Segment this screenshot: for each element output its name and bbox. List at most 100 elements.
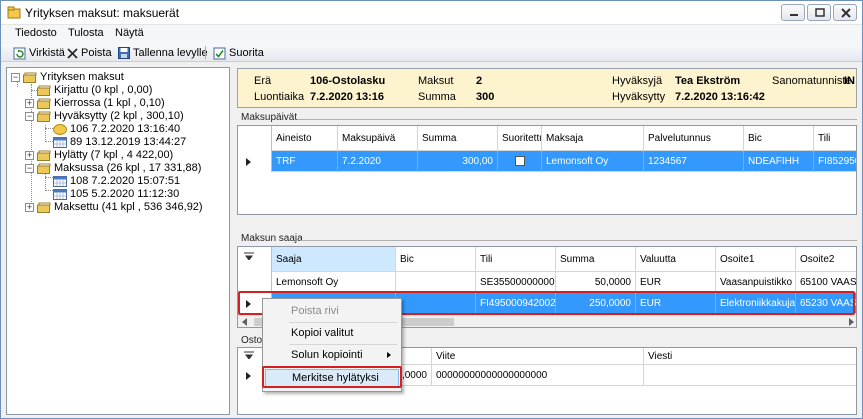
cell-valuutta[interactable]: EUR [636,272,716,293]
delete-icon [67,47,78,59]
cell-saaja[interactable]: Lemonsoft Oy [272,272,396,293]
save-button[interactable]: Tallenna levylle [118,45,208,61]
tree-node-batch-106[interactable]: 106 7.2.2020 13:16:40 [53,122,180,136]
table-row[interactable]: TRF 7.2.2020 300,00 Lemonsoft Oy 1234567… [238,151,856,172]
maksupaivat-label: Maksupäivät [241,112,298,123]
folder-stack-icon [37,150,51,161]
tree-node-batch-105[interactable]: 105 5.2.2020 11:12:30 [53,187,179,201]
tree-label: 106 7.2.2020 13:16:40 [70,123,181,135]
current-row-icon [246,158,251,166]
column-header[interactable]: Maksaja [542,126,644,151]
column-header[interactable]: Summa [556,247,636,272]
maksut-label: Maksut [418,75,454,87]
folder-stack-icon [37,111,51,122]
tree-node-batch-89[interactable]: 89 13.12.2019 13:44:27 [53,135,186,149]
tree-label: Kirjattu (0 kpl , 0,00) [54,84,153,96]
section-divider [297,119,857,120]
delete-button[interactable]: Poista [67,45,112,61]
column-header[interactable]: Osoite1 [716,247,796,272]
tree-label: Hyväksytty (2 kpl , 300,10) [54,110,184,122]
column-header[interactable]: Viite [432,348,644,365]
cell-aineisto[interactable]: TRF [272,151,338,172]
suoritettu-checkbox[interactable] [514,156,525,166]
grid-corner[interactable] [238,247,272,272]
close-icon [841,8,851,18]
execute-button[interactable]: Suorita [213,45,264,61]
expand-icon[interactable]: + [25,150,34,160]
cell-tili[interactable]: SE35500000000... [476,272,556,293]
column-header[interactable]: Palvelutunnus [644,126,744,151]
grid-corner[interactable] [238,126,272,151]
hyvaksyja-value: Tea Ekström [675,75,741,87]
collapse-icon[interactable]: − [25,163,34,173]
column-header[interactable]: Saaja [272,247,396,272]
window-title: Yrityksen maksut: maksuerät [25,6,180,20]
maksupaivat-grid[interactable]: Aineisto Maksupäivä Summa Suoritettu Mak… [237,125,857,215]
cell-osoite1[interactable]: Vaasanpuistikko ... [716,272,796,293]
scroll-left-icon[interactable] [242,318,247,326]
collapse-icon[interactable]: − [11,72,20,82]
save-label: Tallenna levylle [133,47,208,59]
tree-node-root[interactable]: − Yrityksen maksut [11,70,124,84]
column-header[interactable]: Bic [396,247,476,272]
maksun-saaja-label: Maksun saaja [241,233,303,244]
row-header[interactable] [238,272,272,293]
cell-bic[interactable]: NDEAFIHH [744,151,814,172]
cell-palvelutunnus[interactable]: 1234567 [644,151,744,172]
cell-tili[interactable]: FI85295018 [814,151,856,172]
menu-item-copy-selected[interactable]: Kopioi valitut [265,324,399,342]
ostolaskut-label: Ostol [241,335,265,346]
column-header[interactable]: Viesti [644,348,856,365]
tree-label: Yrityksen maksut [40,71,124,83]
cell-summa[interactable]: 50,0000 [556,272,636,293]
menu-tiedosto[interactable]: Tiedosto [15,27,57,39]
tree-node-maksettu[interactable]: + Maksettu (41 kpl , 536 346,92) [25,200,203,214]
batch-info-panel: Erä 106-Ostolasku Maksut 2 Hyväksyjä Tea… [237,68,857,108]
menu-tulosta[interactable]: Tulosta [68,27,104,39]
maximize-button[interactable] [807,4,831,21]
collapse-icon[interactable]: − [25,111,34,121]
tree-label: Kierrossa (1 kpl , 0,10) [54,97,165,109]
scroll-right-icon[interactable] [849,318,854,326]
tree-node-kirjattu[interactable]: Kirjattu (0 kpl , 0,00) [37,83,152,97]
column-header[interactable]: Suoritettu [498,126,542,151]
table-row[interactable]: Lemonsoft Oy SE35500000000... 50,0000 EU… [238,272,856,293]
tree-label: Maksussa (26 kpl , 17 331,88) [54,162,202,174]
close-button[interactable] [833,4,857,21]
cell-osoite2[interactable]: 65100 VAASA [796,272,856,293]
grid-header-row: Saaja Bic Tili Summa Valuutta Osoite1 Os… [238,247,856,272]
tree-node-hyvaksytty[interactable]: − Hyväksytty (2 kpl , 300,10) [25,109,184,123]
hyvaksyja-label: Hyväksyjä [612,75,663,87]
cell-viesti[interactable] [644,365,856,386]
row-header[interactable] [238,151,272,172]
menu-item-copy-cell[interactable]: Solun kopiointi [265,346,399,364]
column-header[interactable]: Maksupäivä [338,126,418,151]
tree-node-maksussa[interactable]: − Maksussa (26 kpl , 17 331,88) [25,161,201,175]
tree-node-batch-108[interactable]: 108 7.2.2020 15:07:51 [53,174,180,188]
cell-maksupaiva[interactable]: 7.2.2020 [338,151,418,172]
refresh-button[interactable]: Virkistä [13,45,65,61]
tree-node-kierrossa[interactable]: + Kierrossa (1 kpl , 0,10) [25,96,165,110]
expand-icon[interactable]: + [25,202,34,212]
cell-viite[interactable]: 00000000000000000000 [432,365,644,386]
cell-bic[interactable] [396,272,476,293]
grid-header-row: Aineisto Maksupäivä Summa Suoritettu Mak… [238,126,856,151]
main-window: Yrityksen maksut: maksuerät Tiedosto Tul… [0,0,863,419]
column-header[interactable]: Valuutta [636,247,716,272]
minimize-button[interactable] [781,4,805,21]
cell-summa[interactable]: 300,00 [418,151,498,172]
column-header[interactable]: Tili [814,126,856,151]
cell-maksaja[interactable]: Lemonsoft Oy [542,151,644,172]
column-header[interactable]: Aineisto [272,126,338,151]
tree-line [45,128,53,129]
column-header[interactable]: Summa [418,126,498,151]
tree-node-hylatty[interactable]: + Hylätty (7 kpl , 4 422,00) [25,148,173,162]
menu-item-label: Solun kopiointi [291,349,363,361]
menu-nayta[interactable]: Näytä [115,27,144,39]
column-header[interactable]: Tili [476,247,556,272]
column-header[interactable]: Osoite2 [796,247,856,272]
cell-suoritettu[interactable] [498,151,542,172]
menu-item-delete-row[interactable]: Poista rivi [265,302,399,320]
expand-icon[interactable]: + [25,98,34,108]
column-header[interactable]: Bic [744,126,814,151]
